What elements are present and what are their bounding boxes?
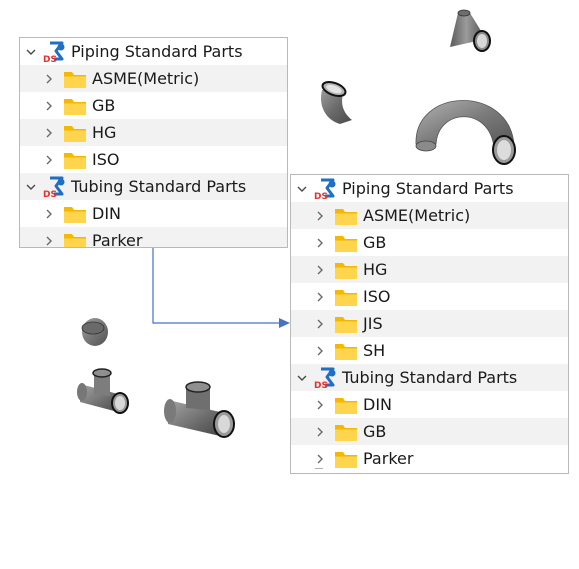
- tree-folder-node[interactable]: GB: [291, 229, 568, 256]
- reducer-part-image: [440, 5, 496, 55]
- tree-folder-node[interactable]: ISO: [291, 283, 568, 310]
- folder-icon: [333, 232, 359, 254]
- tree-root-node[interactable]: DS Piping Standard Parts: [291, 175, 568, 202]
- folder-icon: [62, 149, 88, 171]
- tree-overflow-row: [291, 468, 568, 473]
- folder-icon: [62, 122, 88, 144]
- chevron-right-icon[interactable]: [313, 391, 327, 418]
- chevron-right-icon[interactable]: [313, 310, 327, 337]
- left-library-tree: DS Piping Standard Parts ASME(Metric) GB …: [19, 37, 288, 248]
- chevron-right-icon[interactable]: [313, 418, 327, 445]
- chevron-down-icon[interactable]: [295, 364, 309, 391]
- ds-tubing-library-icon: DS: [42, 176, 68, 198]
- tree-node-label: GB: [363, 422, 387, 441]
- folder-icon: [62, 68, 88, 90]
- tree-folder-node[interactable]: SH: [291, 337, 568, 364]
- chevron-down-icon[interactable]: [24, 173, 38, 200]
- folder-icon: [333, 313, 359, 335]
- connector-arrow: [152, 248, 290, 328]
- tree-root-node[interactable]: DS Tubing Standard Parts: [20, 173, 287, 200]
- chevron-right-icon[interactable]: [42, 200, 56, 227]
- tree-root-node[interactable]: DS Piping Standard Parts: [20, 38, 287, 65]
- chevron-right-icon[interactable]: [313, 202, 327, 229]
- tree-folder-node[interactable]: ISO: [20, 146, 287, 173]
- chevron-right-icon[interactable]: [42, 92, 56, 119]
- svg-text:DS: DS: [43, 190, 57, 198]
- chevron-right-icon[interactable]: [313, 256, 327, 283]
- chevron-right-icon[interactable]: [42, 65, 56, 92]
- tree-node-label: Tubing Standard Parts: [342, 368, 518, 387]
- tree-node-label: Tubing Standard Parts: [71, 177, 247, 196]
- tree-node-label: GB: [363, 233, 387, 252]
- folder-icon: [333, 286, 359, 308]
- tree-folder-node[interactable]: GB: [20, 92, 287, 119]
- tree-node-label: Parker: [92, 231, 143, 248]
- chevron-right-icon[interactable]: [313, 229, 327, 256]
- folder-icon: [333, 259, 359, 281]
- chevron-right-icon[interactable]: [313, 283, 327, 310]
- tree-folder-node[interactable]: DIN: [20, 200, 287, 227]
- folder-icon: [333, 394, 359, 416]
- tree-folder-node[interactable]: HG: [20, 119, 287, 146]
- tree-node-label: JIS: [363, 314, 383, 333]
- folder-icon: [333, 340, 359, 362]
- tree-node-label: ISO: [363, 287, 391, 306]
- tree-node-label: Piping Standard Parts: [342, 179, 514, 198]
- tree-folder-node[interactable]: Parker: [20, 227, 287, 248]
- cap-part-image: [78, 316, 112, 348]
- right-library-tree: DS Piping Standard Parts ASME(Metric) GB …: [290, 174, 569, 474]
- ds-piping-library-icon: DS: [313, 178, 339, 200]
- tree-node-label: ASME(Metric): [92, 69, 200, 88]
- tree-folder-node[interactable]: ASME(Metric): [291, 202, 568, 229]
- tree-node-label: HG: [92, 123, 117, 142]
- chevron-down-icon[interactable]: [295, 175, 309, 202]
- ds-piping-library-icon: DS: [42, 41, 68, 63]
- chevron-down-icon[interactable]: [24, 38, 38, 65]
- folder-icon: [333, 421, 359, 443]
- tree-folder-node[interactable]: Parker: [291, 445, 568, 472]
- chevron-right-icon[interactable]: [42, 119, 56, 146]
- tree-folder-node[interactable]: DIN: [291, 391, 568, 418]
- ds-tubing-library-icon: DS: [313, 367, 339, 389]
- tree-node-label: SH: [363, 341, 386, 360]
- svg-text:DS: DS: [314, 381, 328, 389]
- folder-icon: [333, 205, 359, 227]
- tee-part-image: [74, 366, 134, 418]
- svg-text:DS: DS: [314, 192, 328, 200]
- folder-icon: [62, 95, 88, 117]
- tree-root-node[interactable]: DS Tubing Standard Parts: [291, 364, 568, 391]
- folder-icon: [62, 203, 88, 225]
- chevron-right-icon[interactable]: [313, 337, 327, 364]
- return-bend-part-image: [412, 78, 522, 170]
- elbow-45-part-image: [312, 76, 364, 130]
- svg-text:DS: DS: [43, 55, 57, 63]
- chevron-right-icon[interactable]: [42, 227, 56, 247]
- tree-node-label: DIN: [92, 204, 122, 223]
- chevron-right-icon[interactable]: [42, 146, 56, 173]
- tree-node-label: ASME(Metric): [363, 206, 471, 225]
- tree-node-label: HG: [363, 260, 388, 279]
- tree-folder-node[interactable]: JIS: [291, 310, 568, 337]
- tree-folder-node[interactable]: ASME(Metric): [20, 65, 287, 92]
- tree-folder-node[interactable]: HG: [291, 256, 568, 283]
- tree-folder-node[interactable]: GB: [291, 418, 568, 445]
- tree-node-label: GB: [92, 96, 116, 115]
- tree-node-label: ISO: [92, 150, 120, 169]
- folder-icon: [62, 230, 88, 247]
- folder-icon: [333, 448, 359, 470]
- tree-node-label: Parker: [363, 449, 414, 468]
- tree-node-label: DIN: [363, 395, 393, 414]
- tee-reducing-part-image: [164, 378, 240, 440]
- tree-node-label: Piping Standard Parts: [71, 42, 243, 61]
